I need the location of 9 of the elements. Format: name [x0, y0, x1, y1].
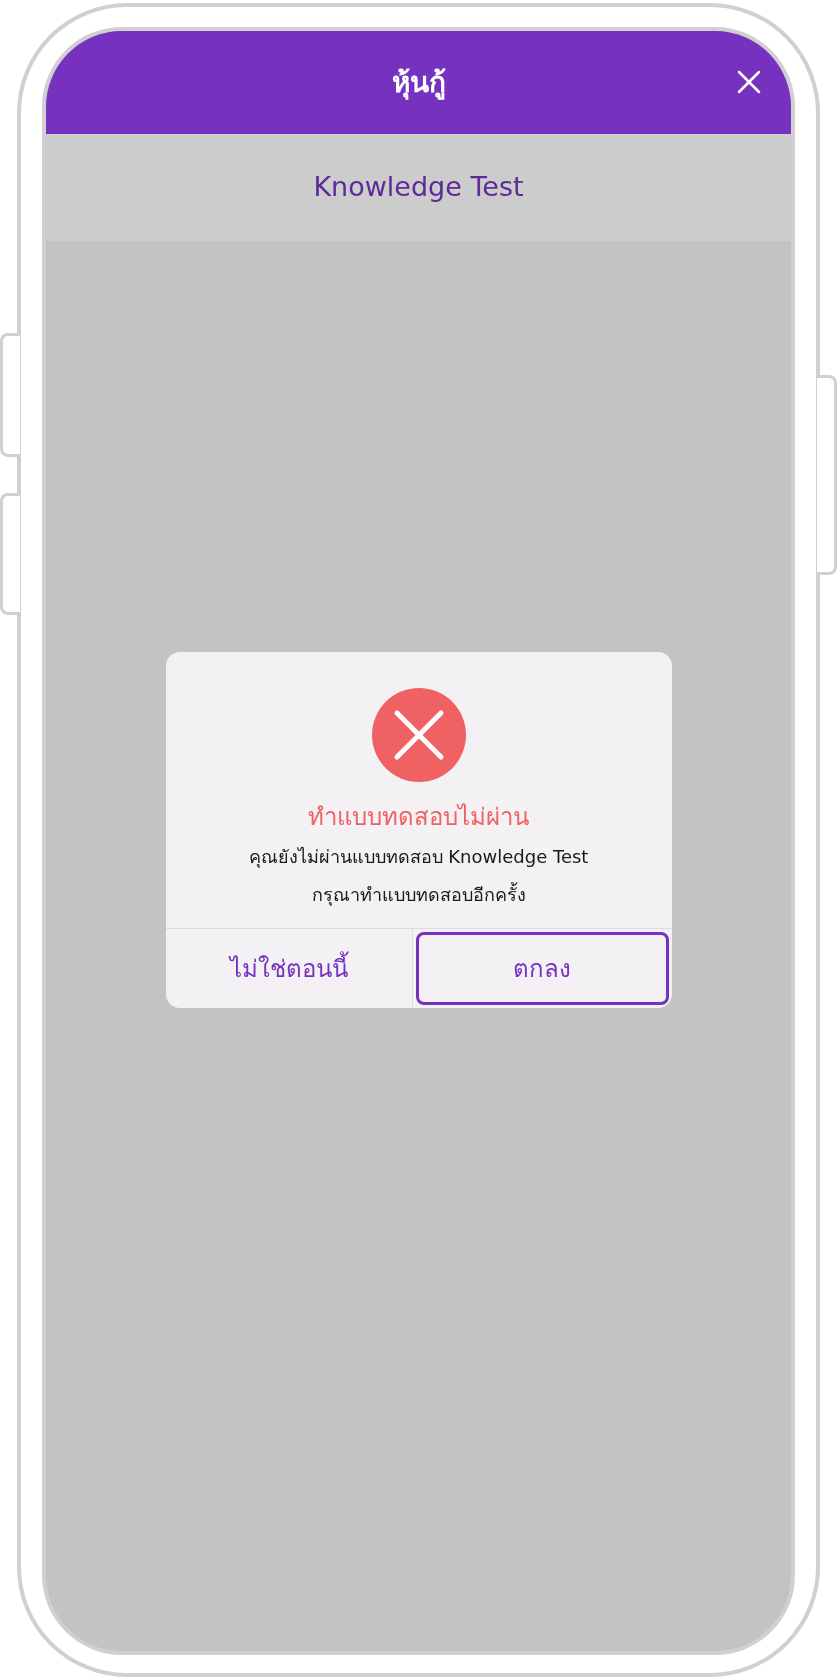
- subheader-title: Knowledge Test: [313, 170, 524, 205]
- close-icon[interactable]: [737, 70, 761, 94]
- dialog-message: กรุณาทำแบบทดสอบอีกครั้ง: [311, 881, 526, 908]
- dialog-button[interactable]: ไม่ใช่ตอนนี้: [165, 929, 413, 1008]
- dialog-button[interactable]: ตกลง: [416, 932, 669, 1005]
- header-title: หุ้นกู้: [391, 64, 446, 102]
- dialog-message: คุณยังไม่ผ่านแบบทดสอบ Knowledge Test: [248, 845, 589, 870]
- dialog-title: ทำแบบทดสอบไม่ผ่าน: [308, 802, 529, 833]
- error-icon: [371, 688, 466, 782]
